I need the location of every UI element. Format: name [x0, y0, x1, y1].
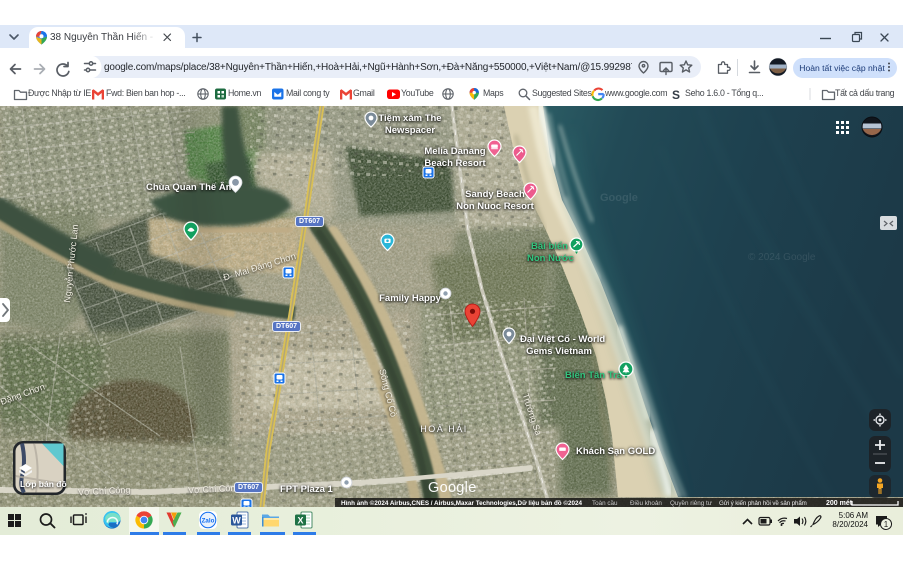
svg-text:Google: Google [428, 480, 477, 496]
svg-text:1: 1 [884, 520, 889, 529]
svg-text:Lớp bản đồ: Lớp bản đồ [20, 479, 67, 489]
svg-text:S: S [672, 88, 680, 102]
svg-text:Zalo: Zalo [202, 518, 215, 525]
svg-text:W: W [232, 516, 241, 526]
svg-text:X: X [297, 516, 303, 526]
